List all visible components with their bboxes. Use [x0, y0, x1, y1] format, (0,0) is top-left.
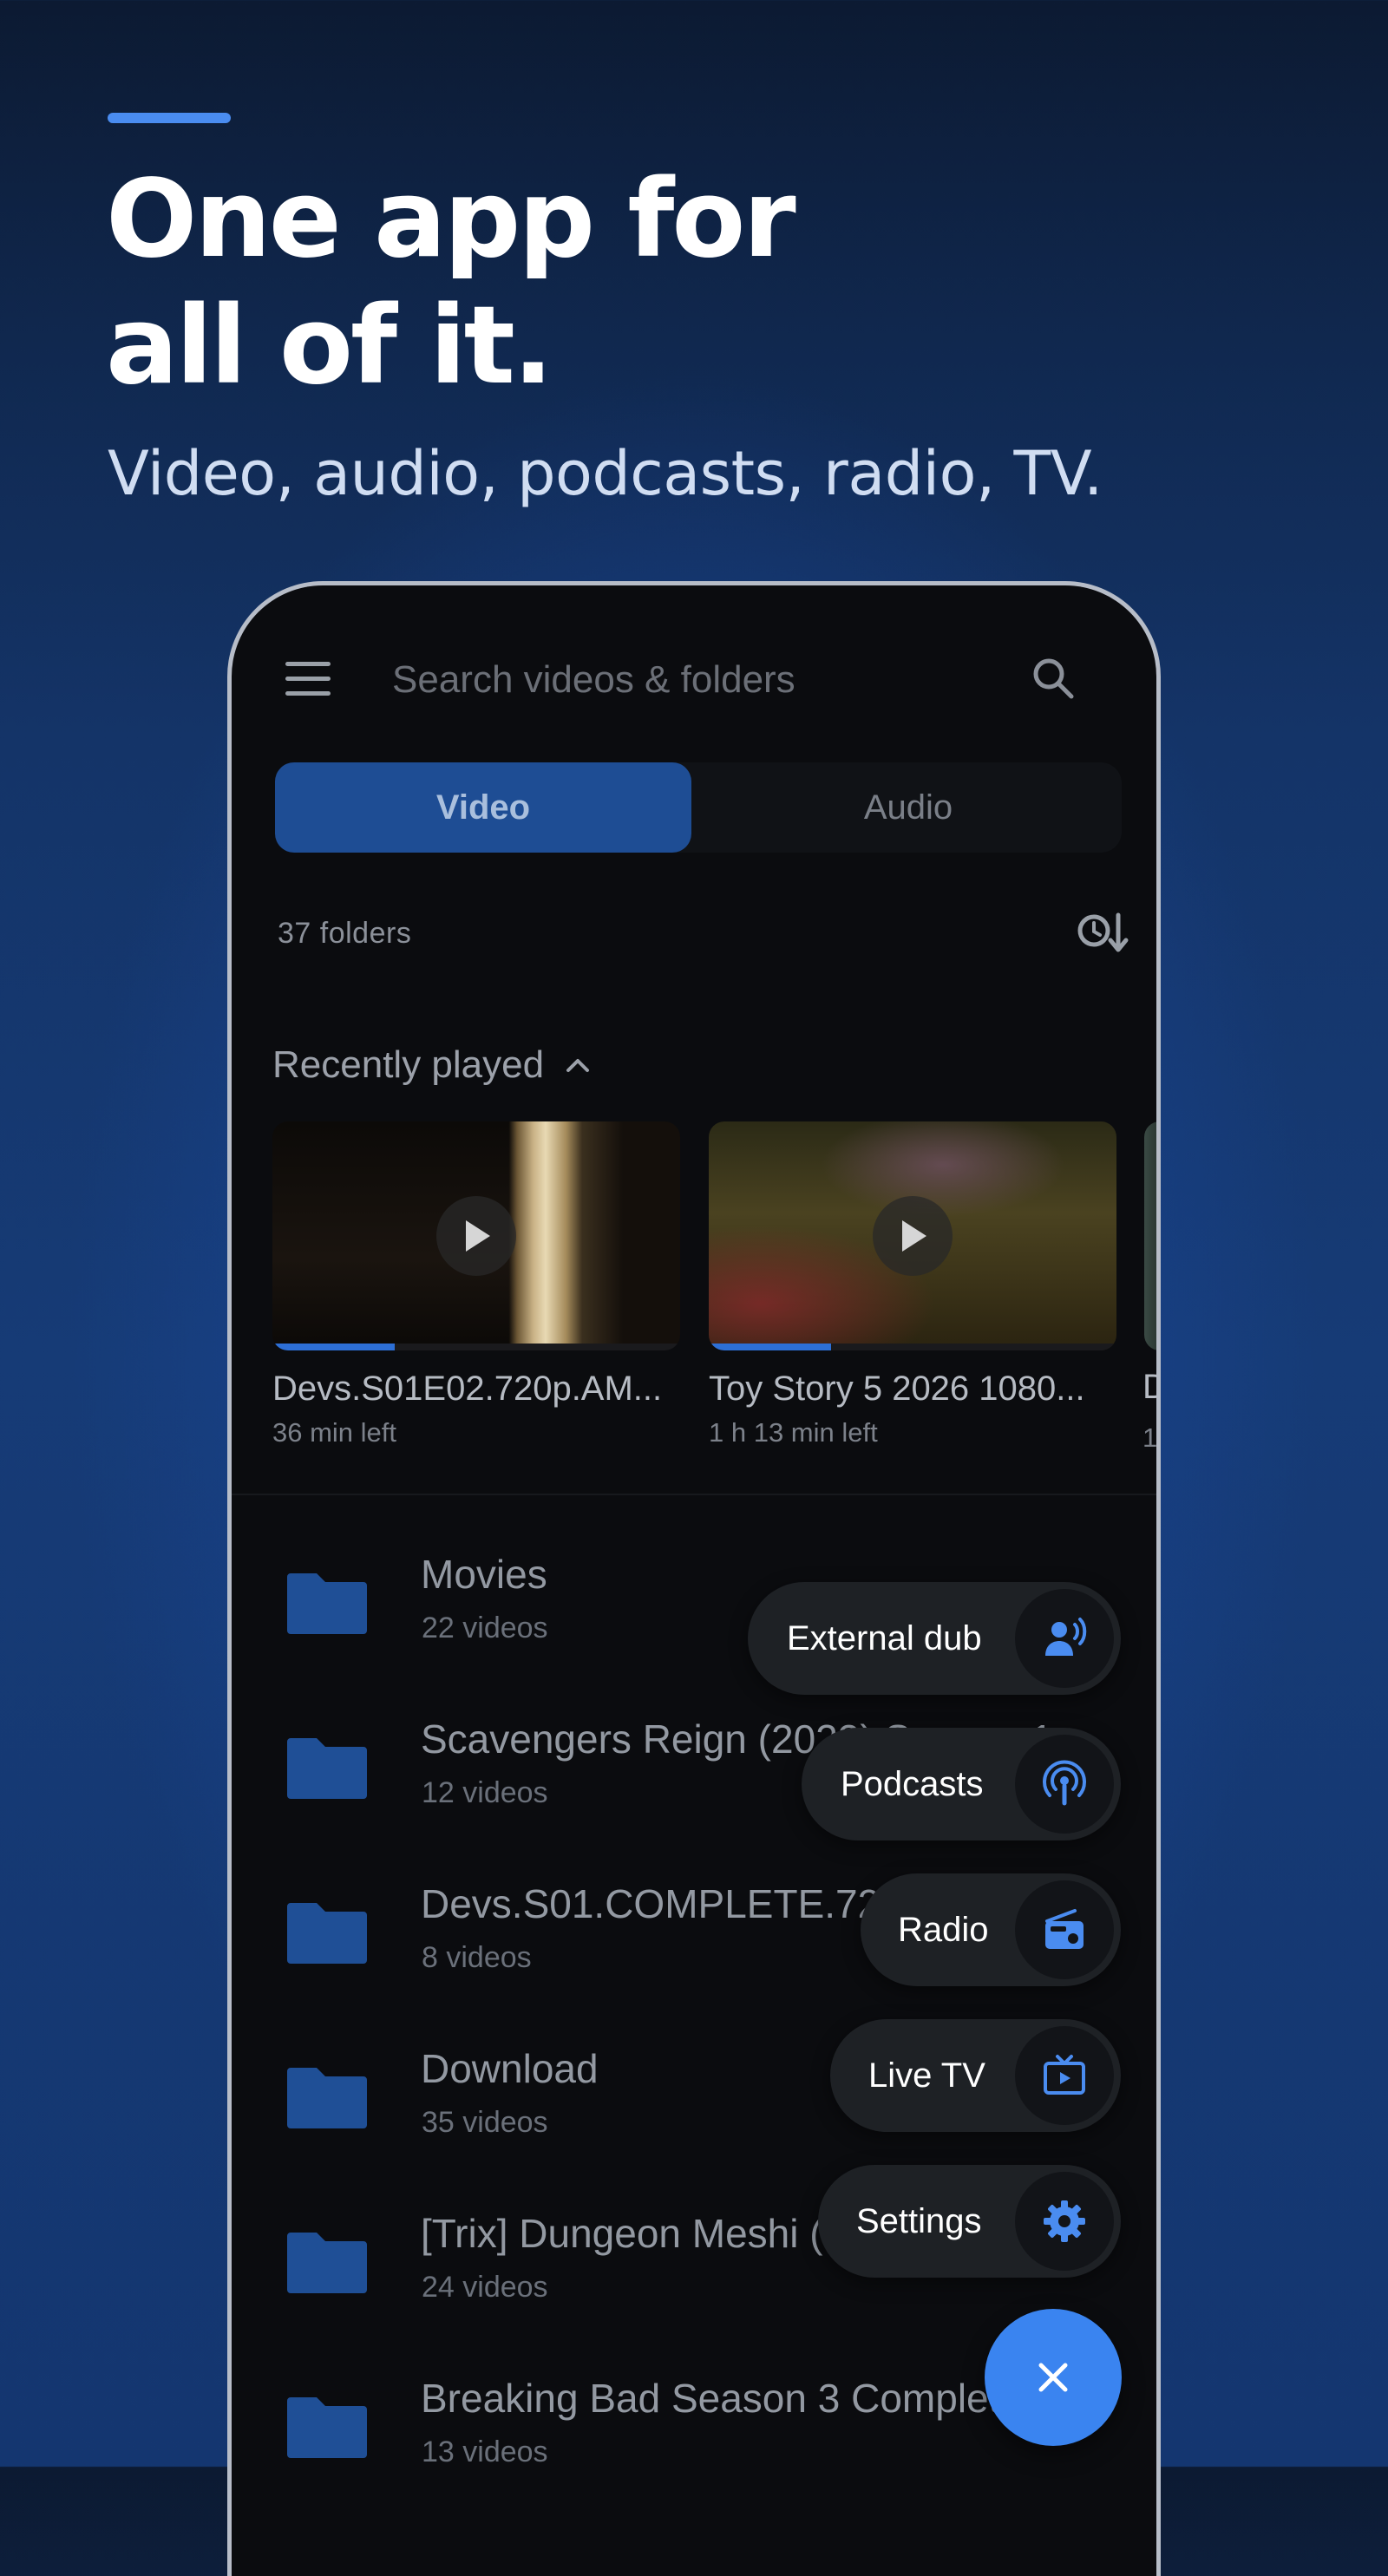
- fab-external-dub[interactable]: External dub: [748, 1582, 1121, 1695]
- folder-video-count: 12 videos: [422, 1776, 548, 1809]
- chevron-up-icon: [566, 1059, 590, 1072]
- video-thumbnail: [709, 1121, 1116, 1350]
- close-menu-button[interactable]: [985, 2309, 1122, 2446]
- folder-icon: [287, 2068, 367, 2128]
- video-thumbnail: [272, 1121, 680, 1350]
- folder-name: Breaking Bad Season 3 Complete: [421, 2376, 1022, 2421]
- fab-live-tv-label: Live TV: [868, 2056, 985, 2095]
- folder-icon: [287, 2397, 367, 2458]
- recent-item[interactable]: Toy Story 5 2026 1080... 1 h 13 min left: [709, 1121, 1116, 1448]
- folder-icon: [287, 1903, 367, 1964]
- headline-line-1: One app for: [106, 157, 796, 282]
- play-icon[interactable]: [873, 1196, 953, 1276]
- folder-video-count: 8 videos: [422, 1941, 532, 1974]
- search-bar: [232, 585, 1156, 759]
- fab-external-dub-label: External dub: [787, 1619, 982, 1657]
- folder-icon: [287, 2233, 367, 2293]
- folder-video-count: 24 videos: [422, 2271, 548, 2304]
- folder-icon: [287, 1573, 367, 1634]
- watch-progress: [709, 1344, 1116, 1350]
- promo-subheadline: Video, audio, podcasts, radio, TV.: [108, 438, 1103, 509]
- tab-video[interactable]: Video: [275, 762, 691, 853]
- folder-icon: [287, 1738, 367, 1799]
- fab-live-tv[interactable]: Live TV: [830, 2019, 1121, 2132]
- media-type-tabs: Video Audio: [275, 762, 1122, 853]
- play-icon[interactable]: [436, 1196, 516, 1276]
- headline-accent-bar: [108, 113, 231, 123]
- folder-video-count: 13 videos: [422, 2435, 548, 2468]
- recent-item-title: Devs.S01E02.720p.AM...: [272, 1370, 663, 1408]
- recent-item-peek-time-left: 1(: [1142, 1422, 1158, 1453]
- folder-count: 37 folders: [278, 917, 412, 950]
- voice-icon[interactable]: [1015, 1589, 1114, 1688]
- folder-video-count: 22 videos: [422, 1612, 548, 1644]
- watch-progress-fill: [272, 1344, 395, 1350]
- fab-radio[interactable]: Radio: [861, 1873, 1121, 1986]
- fab-settings[interactable]: Settings: [818, 2165, 1121, 2278]
- recent-item-peek-thumbnail[interactable]: [1144, 1121, 1156, 1350]
- recent-item-peek-title: D: [1142, 1368, 1156, 1407]
- fab-podcasts[interactable]: Podcasts: [802, 1728, 1121, 1840]
- recent-item-title: Toy Story 5 2026 1080...: [709, 1370, 1085, 1408]
- section-divider: [232, 1494, 1156, 1495]
- fab-settings-label: Settings: [856, 2202, 982, 2240]
- headline-line-2: all of it.: [106, 284, 553, 409]
- podcast-icon[interactable]: [1015, 1735, 1114, 1834]
- watch-progress-fill: [709, 1344, 831, 1350]
- watch-progress: [272, 1344, 680, 1350]
- gear-icon[interactable]: [1015, 2172, 1114, 2271]
- folder-name: Download: [421, 2046, 599, 2091]
- menu-icon[interactable]: [285, 662, 331, 696]
- radio-icon[interactable]: [1015, 1880, 1114, 1979]
- search-input[interactable]: [390, 653, 984, 707]
- recently-played-header[interactable]: Recently played: [272, 1043, 591, 1087]
- promo-headline: One app for all of it.: [106, 156, 1234, 409]
- search-icon[interactable]: [1028, 653, 1080, 705]
- close-icon: [1038, 2363, 1068, 2392]
- recent-item[interactable]: Devs.S01E02.720p.AM... 36 min left: [272, 1121, 680, 1448]
- recent-item-time-left: 1 h 13 min left: [709, 1417, 878, 1448]
- fab-radio-label: Radio: [898, 1911, 989, 1949]
- sort-by-recent-icon[interactable]: [1075, 908, 1130, 957]
- recently-played-title: Recently played: [272, 1043, 545, 1086]
- folder-name: Movies: [421, 1552, 547, 1597]
- tab-audio[interactable]: Audio: [700, 762, 1116, 853]
- recent-item-time-left: 36 min left: [272, 1417, 397, 1448]
- fab-podcasts-label: Podcasts: [841, 1765, 984, 1803]
- folder-video-count: 35 videos: [422, 2106, 548, 2139]
- tv-icon[interactable]: [1015, 2026, 1114, 2125]
